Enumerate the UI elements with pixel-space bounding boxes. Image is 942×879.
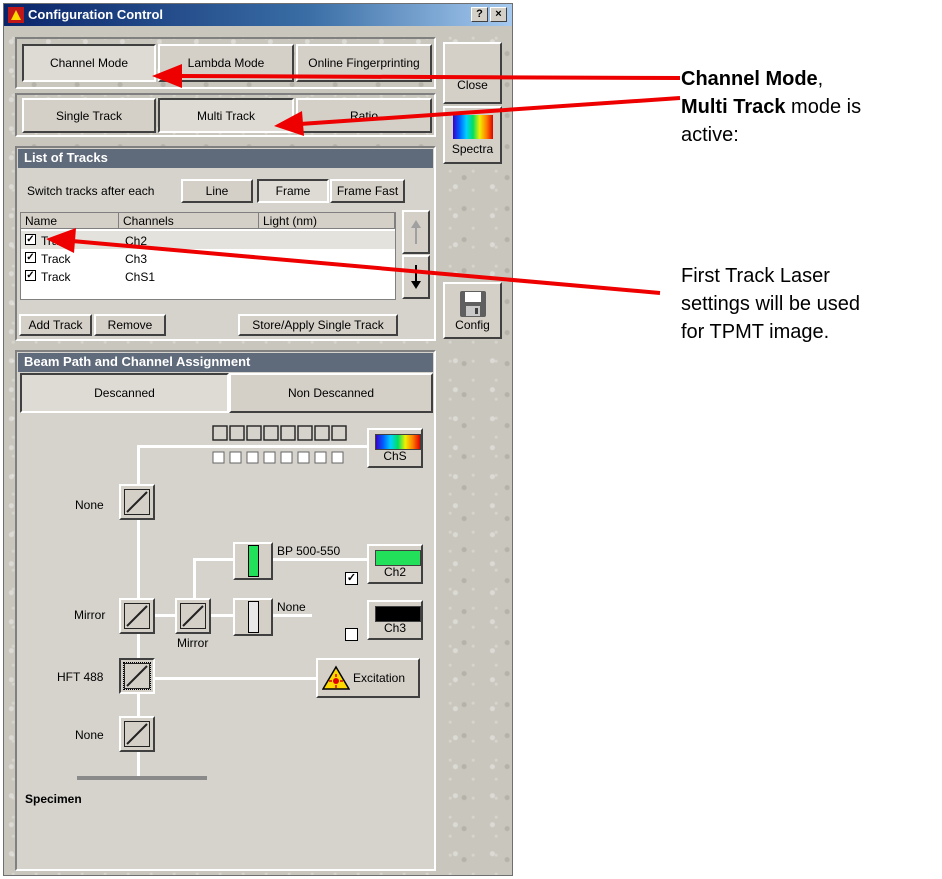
arrow-channel-mode <box>177 74 681 80</box>
annotation-line-1: First Track Laser <box>681 265 830 287</box>
arrowhead-first-track <box>46 228 76 253</box>
arrow-multi-track <box>299 96 681 126</box>
annotation-first-track: First Track Laser settings will be used … <box>681 262 860 346</box>
annotation-mode: Channel Mode, Multi Track mode is active… <box>681 65 861 149</box>
annotation-channel-mode: Channel Mode <box>681 68 818 90</box>
arrowhead-channel-mode <box>152 64 182 88</box>
annotation-line-3: for TPMT image. <box>681 321 830 343</box>
annotation-line-2: settings will be used <box>681 293 860 315</box>
arrow-first-track <box>71 239 661 295</box>
annotation-comma: , <box>817 68 824 90</box>
annotation-mode-is: mode is <box>785 96 862 118</box>
arrowhead-multi-track <box>274 111 304 136</box>
annotation-multi-track: Multi Track <box>681 96 786 118</box>
annotation-active: active: <box>681 124 739 146</box>
